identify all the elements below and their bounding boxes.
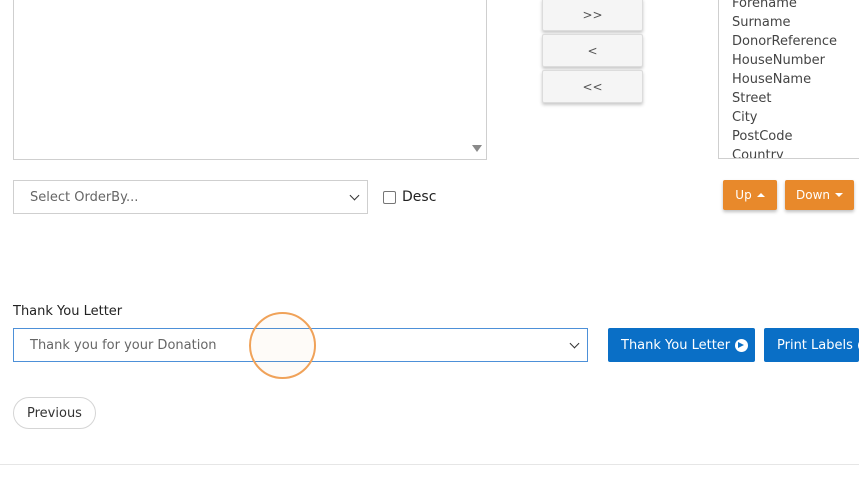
thank-you-letter-heading: Thank You Letter — [13, 304, 123, 319]
move-up-button[interactable]: Up — [723, 180, 777, 210]
field-item[interactable]: PostCode — [732, 127, 859, 146]
field-item[interactable]: Surname — [732, 13, 859, 32]
selected-fields-list[interactable] — [13, 0, 487, 160]
thank-you-letter-button-label: Thank You Letter — [621, 337, 731, 353]
chevron-down-icon — [349, 190, 360, 201]
desc-checkbox[interactable] — [383, 190, 396, 204]
scroll-down-arrow-icon[interactable] — [472, 145, 482, 152]
remove-label: < — [587, 43, 598, 58]
caret-up-icon — [756, 193, 765, 197]
move-down-button[interactable]: Down — [785, 180, 854, 210]
add-all-button[interactable]: >> — [542, 0, 643, 31]
arrow-circle-right-icon — [735, 338, 749, 352]
move-up-label: Up — [735, 188, 752, 202]
field-item[interactable]: Country — [732, 146, 859, 158]
divider — [0, 464, 859, 465]
thank-you-letter-value: Thank you for your Donation — [30, 337, 217, 353]
print-labels-button[interactable]: Print Labels — [764, 328, 859, 362]
available-fields-list[interactable]: Forename Surname DonorReference HouseNum… — [718, 0, 859, 159]
desc-toggle[interactable]: Desc — [383, 188, 436, 206]
field-item[interactable]: HouseNumber — [732, 51, 859, 70]
desc-label: Desc — [402, 189, 437, 205]
field-item[interactable]: HouseName — [732, 70, 859, 89]
remove-button[interactable]: < — [542, 34, 643, 67]
chevron-down-icon — [569, 338, 580, 349]
remove-all-button[interactable]: << — [542, 70, 643, 103]
field-item[interactable]: DonorReference — [732, 32, 859, 51]
print-labels-button-label: Print Labels — [777, 337, 853, 353]
move-down-label: Down — [795, 188, 830, 202]
previous-label: Previous — [27, 405, 82, 421]
caret-down-icon — [835, 193, 843, 197]
thank-you-letter-button[interactable]: Thank You Letter — [608, 328, 755, 362]
order-by-value: Select OrderBy... — [30, 189, 139, 205]
field-item[interactable]: Street — [732, 89, 859, 108]
add-all-label: >> — [582, 7, 603, 22]
order-by-select[interactable]: Select OrderBy... — [13, 180, 368, 214]
field-item[interactable]: Forename — [732, 0, 859, 13]
previous-button[interactable]: Previous — [13, 397, 96, 429]
field-item[interactable]: City — [732, 108, 859, 127]
remove-all-label: << — [582, 79, 603, 94]
click-indicator — [249, 312, 316, 379]
